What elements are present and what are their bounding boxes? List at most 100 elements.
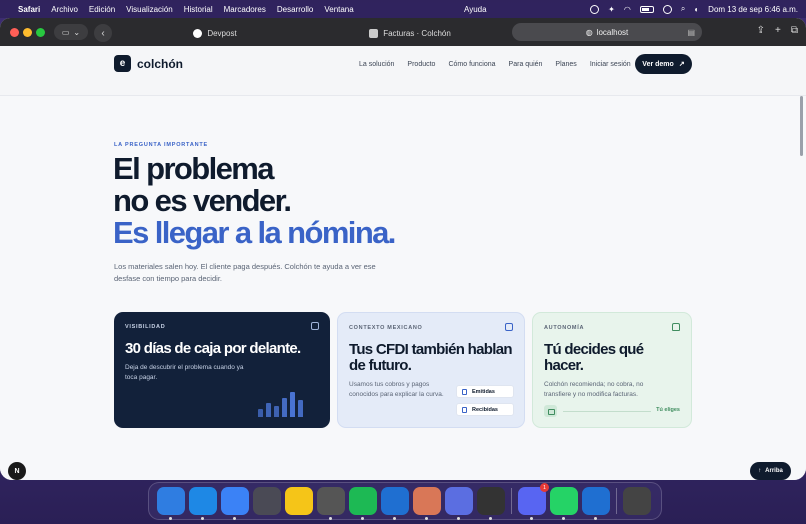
card-visibilidad: VISIBILIDAD 30 días de caja por delante.…: [114, 312, 330, 428]
address-bar[interactable]: ◍ localhost ▤: [512, 23, 702, 41]
card-body: Usamos tus cobros y pagos conocidos para…: [349, 381, 444, 398]
media-icon[interactable]: [662, 4, 672, 14]
safari-window: ▭ ⌄ ‹ Devpost Facturas · Colchón ◍ local…: [0, 18, 806, 480]
zoom-window-button[interactable]: [36, 28, 45, 37]
dock-vscode-2-icon[interactable]: [582, 487, 610, 520]
running-indicator: [361, 517, 364, 520]
card-autonomia: AUTONOMÍA Tú decides qué hacer. Colchón …: [532, 312, 692, 428]
nav-iniciar-sesion[interactable]: Iniciar sesión: [590, 61, 631, 68]
nav-como-funciona[interactable]: Cómo funciona: [448, 61, 495, 68]
menu-ventana[interactable]: Ventana: [324, 5, 353, 14]
page-scrollbar[interactable]: [800, 96, 803, 156]
arrow-up-right-icon: ↗: [678, 61, 685, 68]
decision-track: [563, 411, 651, 412]
tab-label: Devpost: [207, 28, 237, 38]
tab-devpost[interactable]: Devpost: [120, 23, 310, 43]
dock-separator: [616, 488, 617, 514]
hero-headline: El problema no es vender. Es llegar a la…: [113, 153, 396, 250]
site-nav-links: La solución Producto Cómo funciona Para …: [359, 61, 644, 68]
cashflow-bar: [298, 400, 303, 417]
card-tag: VISIBILIDAD: [125, 324, 166, 330]
chip-recibidas: Recibidas: [456, 403, 514, 416]
dock-discord-icon[interactable]: 1: [518, 483, 549, 520]
dock-mail-icon[interactable]: [221, 487, 249, 520]
menu-visualizacion[interactable]: Visualización: [126, 5, 173, 14]
macos-dock: 1: [148, 482, 662, 520]
dock-safari-icon[interactable]: [189, 487, 217, 520]
dock-whatsapp-icon[interactable]: [550, 487, 578, 520]
menu-historial[interactable]: Historial: [184, 5, 213, 14]
running-indicator: [393, 517, 396, 520]
tab-label: Facturas · Colchón: [383, 28, 451, 38]
nav-la-solucion[interactable]: La solución: [359, 61, 394, 68]
menubar-clock[interactable]: Dom 13 de sep 6:46 a.m.: [708, 5, 798, 14]
nav-para-quien[interactable]: Para quién: [509, 61, 543, 68]
running-indicator: [201, 517, 204, 520]
dock-claude-icon[interactable]: [413, 487, 441, 520]
dock-separator: [511, 488, 512, 514]
menu-app-name[interactable]: Safari: [18, 5, 40, 14]
chip-emitidas: Emitidas: [456, 385, 514, 398]
chip-label: Recibidas: [472, 406, 498, 413]
back-button[interactable]: ‹: [94, 24, 112, 42]
menu-archivo[interactable]: Archivo: [51, 5, 78, 14]
hero-lede: Los materiales salen hoy. El cliente pag…: [114, 262, 376, 283]
address-text: localhost: [596, 27, 629, 37]
dock-spotify-icon[interactable]: [349, 487, 377, 520]
dock-notes-icon[interactable]: [285, 487, 313, 515]
reader-icon[interactable]: ▤: [687, 28, 695, 37]
sidebar-icon: ▭: [61, 27, 70, 37]
control-center-icon[interactable]: ◐: [694, 5, 699, 14]
dock-vscode-icon[interactable]: [381, 487, 409, 520]
card-title: Tus CFDI también hablan de futuro.: [349, 341, 513, 374]
globe-icon: ◍: [585, 27, 593, 37]
tab-overview-icon[interactable]: ⧉: [791, 25, 798, 36]
running-indicator: [169, 517, 172, 520]
dock-trash-icon[interactable]: [623, 487, 651, 515]
nextjs-dev-badge[interactable]: N: [8, 462, 26, 480]
dock-launchpad-icon[interactable]: [253, 487, 281, 515]
back-to-top-label: Arriba: [765, 468, 783, 474]
lock-icon: [672, 323, 680, 331]
cashflow-bar: [266, 403, 271, 417]
wifi-icon[interactable]: ◠: [624, 5, 631, 14]
nav-producto[interactable]: Producto: [407, 61, 435, 68]
logo-mark-icon: e: [114, 55, 131, 72]
new-tab-icon[interactable]: +: [775, 25, 781, 36]
cashflow-bar: [258, 409, 263, 417]
battery-icon[interactable]: [639, 5, 654, 13]
running-indicator: [457, 517, 460, 520]
search-icon[interactable]: ⌕: [681, 4, 685, 14]
card-tag: AUTONOMÍA: [544, 325, 585, 331]
card-body: Colchón recomienda; no cobra, no transfi…: [544, 381, 644, 398]
dock-chrome-icon[interactable]: [317, 487, 345, 520]
card-title: Tú decides qué hacer.: [544, 341, 644, 374]
running-indicator: [425, 517, 428, 520]
menu-edicion[interactable]: Edición: [89, 5, 115, 14]
menu-marcadores[interactable]: Marcadores: [224, 5, 266, 14]
menu-desarrollo[interactable]: Desarrollo: [277, 5, 313, 14]
tab-facturas[interactable]: Facturas · Colchón: [312, 23, 508, 43]
safari-toolbar: ▭ ⌄ ‹ Devpost Facturas · Colchón ◍ local…: [0, 18, 806, 46]
cashflow-bar: [290, 392, 295, 417]
dock-finder-icon[interactable]: [157, 487, 185, 520]
status-icon[interactable]: [590, 4, 600, 14]
menu-ayuda[interactable]: Ayuda: [464, 5, 487, 14]
sparkle-icon[interactable]: ✦: [608, 5, 615, 14]
dock-cursor-icon[interactable]: [477, 487, 505, 520]
headline-line-3: Es llegar a la nómina.: [113, 215, 396, 250]
nav-planes[interactable]: Planes: [555, 61, 576, 68]
web-page: e colchón La solución Producto Cómo func…: [0, 46, 806, 480]
back-to-top-button[interactable]: ↑ Arriba: [750, 462, 791, 480]
sidebar-toggle-button[interactable]: ▭ ⌄: [54, 24, 88, 40]
tu-eliges-label: Tú eliges: [656, 407, 680, 413]
dock-proton-vpn-icon[interactable]: [445, 487, 473, 520]
share-icon[interactable]: ⇪: [757, 25, 765, 36]
site-logo[interactable]: e colchón: [114, 55, 183, 72]
ver-demo-button[interactable]: Ver demo ↗: [635, 54, 692, 74]
close-window-button[interactable]: [10, 28, 19, 37]
running-indicator: [329, 517, 332, 520]
card-contexto-mexicano: CONTEXTO MEXICANO Tus CFDI también habla…: [337, 312, 525, 428]
minimize-window-button[interactable]: [23, 28, 32, 37]
macos-menubar: Safari Archivo Edición Visualización His…: [0, 0, 806, 18]
